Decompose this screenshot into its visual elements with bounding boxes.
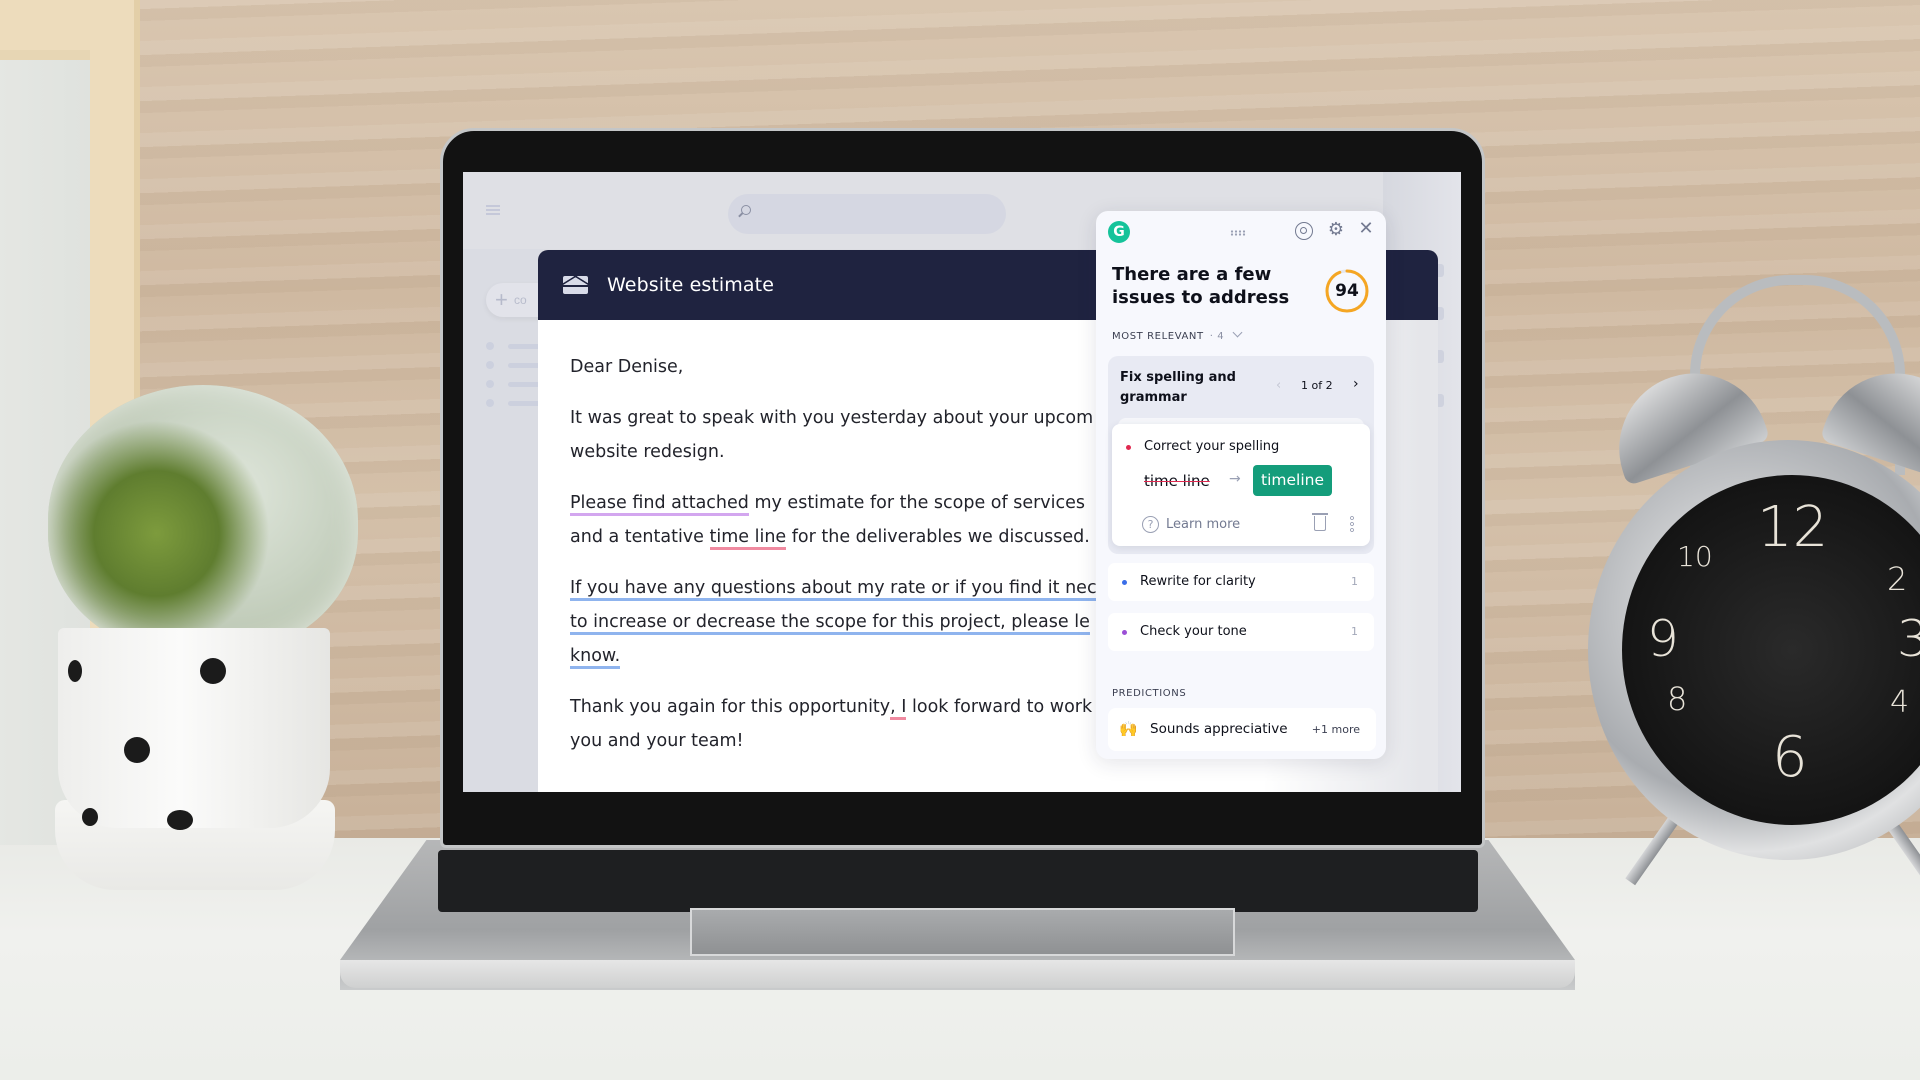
item-label: Check your tone <box>1140 624 1247 639</box>
grammarly-logo-icon[interactable]: G <box>1108 221 1130 243</box>
drag-handle-icon[interactable] <box>1230 230 1246 236</box>
clarity-suggestion-highlight[interactable]: to increase or decrease the scope for th… <box>570 612 1090 635</box>
email-paragraph: Please find attached my estimate for the… <box>570 486 1148 554</box>
pot-dot <box>68 660 82 682</box>
more-options-icon[interactable] <box>1350 515 1354 533</box>
chevron-left-icon[interactable]: ‹ <box>1276 378 1281 393</box>
text-line: and a tentative <box>570 527 710 547</box>
tone-dot-icon <box>1122 630 1127 635</box>
sidebar-item[interactable] <box>486 380 548 390</box>
score-value: 94 <box>1335 281 1359 301</box>
text-line: It was great to speak with you yesterday… <box>570 408 1094 428</box>
chevron-right-icon[interactable]: › <box>1353 376 1359 392</box>
panel-heading: There are a few issues to address <box>1112 264 1290 308</box>
email-paragraph: If you have any questions about my rate … <box>570 571 1148 673</box>
text-line: you and your team! <box>570 731 744 751</box>
chevron-down-icon <box>1232 327 1243 338</box>
clock-numeral: 12 <box>1757 495 1829 560</box>
clarity-suggestion-highlight[interactable]: know. <box>570 646 621 669</box>
sidebar-item[interactable] <box>486 399 548 409</box>
email-greeting: Dear Denise, <box>570 357 684 377</box>
punctuation-error-highlight[interactable]: , I <box>890 697 907 720</box>
text-line: look forward to work <box>906 697 1093 717</box>
overall-score[interactable]: 94 <box>1324 268 1370 314</box>
spelling-error-highlight[interactable]: time line <box>709 527 787 550</box>
suggestion-item-clarity[interactable]: Rewrite for clarity 1 <box>1108 563 1374 601</box>
email-paragraph: It was great to speak with you yesterday… <box>570 401 1148 469</box>
email-sidebar: co <box>463 249 576 792</box>
polka-dot-pot <box>58 628 330 828</box>
goals-target-icon[interactable] <box>1295 222 1313 240</box>
suggestion-label: Correct your spelling <box>1144 439 1280 454</box>
pot-dot <box>200 658 226 684</box>
group-title: Fix spelling and grammar <box>1120 370 1236 405</box>
filter-label: MOST RELEVANT <box>1112 331 1204 342</box>
cactus-plant <box>48 385 358 655</box>
prediction-label: Sounds appreciative <box>1150 721 1288 737</box>
email-body-editor[interactable]: Dear Denise, It was great to speak with … <box>538 320 1148 758</box>
text-line: my estimate for the scope of services <box>748 493 1086 513</box>
text-line: for the deliverables we discussed. <box>786 527 1090 547</box>
pot-dot <box>82 808 98 826</box>
sidebar-item[interactable] <box>486 342 548 352</box>
raised-hands-icon: 🙌 <box>1119 720 1138 738</box>
predictions-heading: PREDICTIONS <box>1112 688 1187 699</box>
search-icon <box>741 205 751 215</box>
item-count: 1 <box>1351 575 1358 588</box>
tone-prediction-card[interactable]: 🙌 Sounds appreciative +1 more <box>1108 708 1376 751</box>
clock-numeral: 3 <box>1897 610 1920 668</box>
close-icon[interactable]: ✕ <box>1358 220 1374 238</box>
trash-icon[interactable] <box>1312 513 1328 531</box>
email-paragraph: Thank you again for this opportunity, I … <box>570 690 1148 758</box>
envelope-icon <box>563 276 588 294</box>
compose-title: Website estimate <box>607 274 774 296</box>
clarity-dot-icon <box>1122 580 1127 585</box>
arrow-right-icon: → <box>1229 471 1241 487</box>
suggestion-item-tone[interactable]: Check your tone 1 <box>1108 613 1374 651</box>
hamburger-menu-icon[interactable] <box>486 205 500 215</box>
clock-numeral: 10 <box>1677 540 1713 573</box>
help-question-icon[interactable]: ? <box>1142 516 1159 533</box>
laptop-screen: co Website estimate Dear Denise, It was … <box>463 172 1461 792</box>
laptop-keyboard <box>438 850 1478 912</box>
tone-suggestion-highlight[interactable]: Please find attached <box>570 493 749 516</box>
clock-numeral: 9 <box>1647 610 1679 668</box>
learn-more-link[interactable]: Learn more <box>1166 517 1240 532</box>
relevance-filter-dropdown[interactable]: MOST RELEVANT · 4 <box>1112 327 1243 342</box>
more-predictions-link[interactable]: +1 more <box>1312 723 1360 736</box>
grammarly-panel: G ⚙ ✕ There are a few issues to address … <box>1096 211 1386 759</box>
gear-icon[interactable]: ⚙ <box>1327 221 1345 239</box>
sidebar-item[interactable] <box>486 361 548 371</box>
suggestion-card[interactable]: Correct your spelling time line → timeli… <box>1112 424 1370 546</box>
text-line: Thank you again for this opportunity <box>570 697 891 717</box>
group-pager: 1 of 2 <box>1301 379 1333 392</box>
clock-numeral: 8 <box>1667 680 1688 718</box>
clock-numeral: 6 <box>1772 725 1808 790</box>
item-count: 1 <box>1351 625 1358 638</box>
pot-dot <box>124 737 150 763</box>
accept-replacement-button[interactable]: timeline <box>1253 465 1332 496</box>
search-input[interactable] <box>728 194 1006 234</box>
pot-dot <box>167 810 193 830</box>
original-text: time line <box>1144 472 1210 490</box>
text-line: website redesign. <box>570 442 725 462</box>
clock-numeral: 2 <box>1887 560 1908 598</box>
laptop-base-front <box>340 960 1575 988</box>
item-label: Rewrite for clarity <box>1140 574 1256 589</box>
filter-count: · 4 <box>1209 331 1225 342</box>
clock-numeral: 4 <box>1890 685 1910 720</box>
laptop-trackpad <box>690 908 1235 956</box>
suggestion-group-spelling: Fix spelling and grammar ‹ 1 of 2 › Corr… <box>1108 356 1374 554</box>
clarity-suggestion-highlight[interactable]: If you have any questions about my rate … <box>570 578 1097 601</box>
spelling-dot-icon <box>1126 445 1131 450</box>
